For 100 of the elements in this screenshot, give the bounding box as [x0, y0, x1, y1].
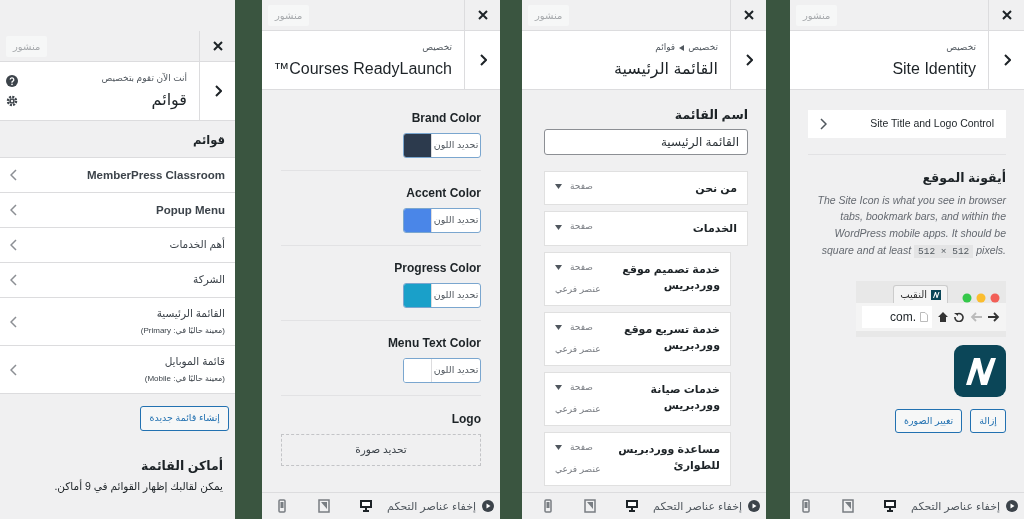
breadcrumb-item: تخصيص — [688, 41, 718, 54]
forward-icon[interactable] — [988, 312, 1000, 323]
color-picker-button[interactable]: تحديد اللون — [403, 358, 481, 383]
item-type-label: صفحة — [570, 320, 593, 334]
locations-text: يمكن لقالبك إظهار القوائم في 9 أماكن. — [53, 479, 223, 495]
image-action-button[interactable]: تغيير الصورة — [895, 409, 963, 434]
color-picker-button[interactable]: تحديد اللون — [403, 208, 481, 233]
tab-title: النقيب — [900, 288, 927, 303]
dropdown-caret-icon[interactable] — [555, 265, 562, 270]
image-action-button[interactable]: إزالة — [970, 409, 1006, 434]
setting-label: Accent Color — [406, 185, 481, 202]
home-icon[interactable] — [938, 312, 948, 323]
hide-controls-button[interactable]: إخفاء عناصر التحكم — [911, 497, 1018, 515]
dropdown-caret-icon[interactable] — [555, 445, 562, 450]
menu-list-item[interactable]: الشركة — [0, 263, 235, 299]
sub-item-label: عنصر فرعي — [555, 403, 601, 417]
browser-tab[interactable]: النقيب — [893, 285, 948, 304]
favicon-icon — [931, 289, 941, 300]
dropdown-caret-icon[interactable] — [555, 224, 562, 230]
chevron-icon — [10, 274, 17, 287]
menu-item-title: خدمة تسريع موقع ووردبريس — [622, 321, 720, 354]
menu-name: MemberPress Classroom — [86, 167, 225, 183]
menu-name: الشركة — [193, 272, 225, 288]
reload-icon[interactable] — [954, 312, 964, 323]
item-type-label: صفحة — [570, 380, 593, 394]
sub-item-label: عنصر فرعي — [555, 283, 601, 297]
address-bar[interactable]: .com — [862, 306, 932, 329]
dropdown-caret-icon[interactable] — [555, 325, 562, 330]
chevron-icon — [10, 315, 17, 328]
close-icon — [477, 10, 488, 20]
menu-item-title: من نحن — [695, 180, 737, 197]
menu-item-card[interactable]: مساعدة ووردبريس للطوارئ صفحة عنصر فرعي — [544, 431, 731, 486]
hide-controls-button[interactable]: إخفاء عناصر التحكم — [653, 497, 760, 515]
breadcrumb-item: قوائم — [655, 41, 676, 55]
close-icon — [212, 41, 223, 51]
chevron-icon — [10, 169, 17, 182]
section-heading: قوائم — [191, 133, 226, 150]
menu-list-item[interactable]: MemberPress Classroom — [0, 158, 235, 194]
menu-list-item[interactable]: أهم الخدمات — [0, 228, 235, 264]
chevron-icon — [1002, 54, 1011, 66]
setting-label: Brand Color — [411, 110, 481, 127]
menu-item-title: مساعدة ووردبريس للطوارئ — [617, 441, 720, 474]
setting-label: Logo — [451, 411, 481, 428]
color-picker-button[interactable]: تحديد اللون — [403, 283, 481, 308]
section-title: Courses ReadyLaunch™ — [273, 58, 452, 79]
menu-item-title: خدمة تصميم موقع ووردبريس — [621, 261, 720, 294]
chevron-icon — [10, 363, 17, 376]
menu-name: القائمة الرئيسية — [156, 306, 225, 322]
section-link[interactable]: Site Title and Logo Control — [808, 110, 1006, 138]
section-title: Site Identity — [892, 58, 976, 79]
customizing-label: تخصيص — [422, 41, 452, 54]
select-image-button[interactable]: تحديد صورة — [281, 434, 481, 466]
chevron-icon — [10, 239, 17, 252]
dropdown-caret-icon[interactable] — [555, 385, 562, 390]
setting-label: Menu Text Color — [387, 335, 481, 352]
create-menu-button[interactable]: إنشاء قائمة جديدة — [140, 406, 229, 431]
description-text: The Site Icon is what you see in browser tabs, bookmark bars, and within the WordPress mobile apps. It should be square and at least 512 × 512 pixels. — [816, 192, 1006, 260]
setting-label: Progress Color — [394, 260, 481, 277]
field-label: اسم القائمة — [674, 107, 748, 124]
menu-name: Popup Menu — [156, 202, 225, 218]
close-icon — [743, 10, 754, 20]
item-type-label: صفحة — [570, 179, 593, 193]
chevron-icon — [10, 204, 17, 217]
menu-list-item[interactable]: Popup Menu — [0, 193, 235, 229]
menu-name-field[interactable]: القائمة الرئيسية — [544, 128, 748, 155]
close-icon — [1001, 10, 1012, 20]
play-icon — [748, 500, 760, 512]
chevron-icon — [213, 85, 222, 97]
chevron-icon — [478, 54, 487, 66]
menu-item-card[interactable]: خدمة تسريع موقع ووردبريس صفحة عنصر فرعي — [544, 311, 731, 366]
chevron-icon — [820, 117, 827, 130]
menu-list-item[interactable]: القائمة الرئيسية (معينة حاليًا في: Primary) — [0, 298, 235, 347]
color-picker-button[interactable]: تحديد اللون — [403, 133, 481, 158]
page-icon — [920, 312, 928, 323]
item-type-label: صفحة — [570, 440, 593, 454]
dropdown-caret-icon[interactable] — [555, 184, 562, 189]
locations-heading: أماكن القائمة — [139, 456, 223, 475]
customizing-label: أنت الآن تقوم بتخصيص — [101, 72, 187, 85]
menu-location-note: (معينة حاليًا في: Primary) — [140, 325, 225, 338]
play-icon — [482, 500, 494, 512]
menu-item-card[interactable]: خدمة تصميم موقع ووردبريس صفحة عنصر فرعي — [544, 251, 731, 306]
help-icon[interactable] — [6, 75, 18, 87]
sub-item-label: عنصر فرعي — [555, 463, 601, 477]
item-type-label: صفحة — [570, 220, 593, 234]
section-heading: أيقونة الموقع — [922, 168, 1006, 187]
site-icon — [954, 345, 1006, 398]
settings-icon[interactable] — [6, 95, 18, 107]
menu-list-item[interactable]: قائمة الموبايل (معينة حاليًا في: Mobile) — [0, 346, 235, 395]
item-type-label: صفحة — [570, 260, 593, 274]
menu-item-title: الخدمات — [692, 221, 737, 237]
sub-item-label: عنصر فرعي — [555, 343, 601, 357]
menu-item-card[interactable]: من نحن صفحة — [544, 170, 748, 206]
section-title: القائمة الرئيسية — [613, 58, 718, 81]
customizing-label: تخصيص — [946, 41, 976, 54]
menu-name: أهم الخدمات — [169, 237, 225, 253]
hide-controls-button[interactable]: إخفاء عناصر التحكم — [387, 497, 494, 515]
menu-item-card[interactable]: خدمات صيانة ووردبريس صفحة عنصر فرعي — [544, 371, 731, 426]
menu-item-card[interactable]: الخدمات صفحة — [544, 211, 748, 246]
menu-location-note: (معينة حاليًا في: Mobile) — [144, 373, 225, 386]
menu-item-title: خدمات صيانة ووردبريس — [649, 381, 720, 414]
